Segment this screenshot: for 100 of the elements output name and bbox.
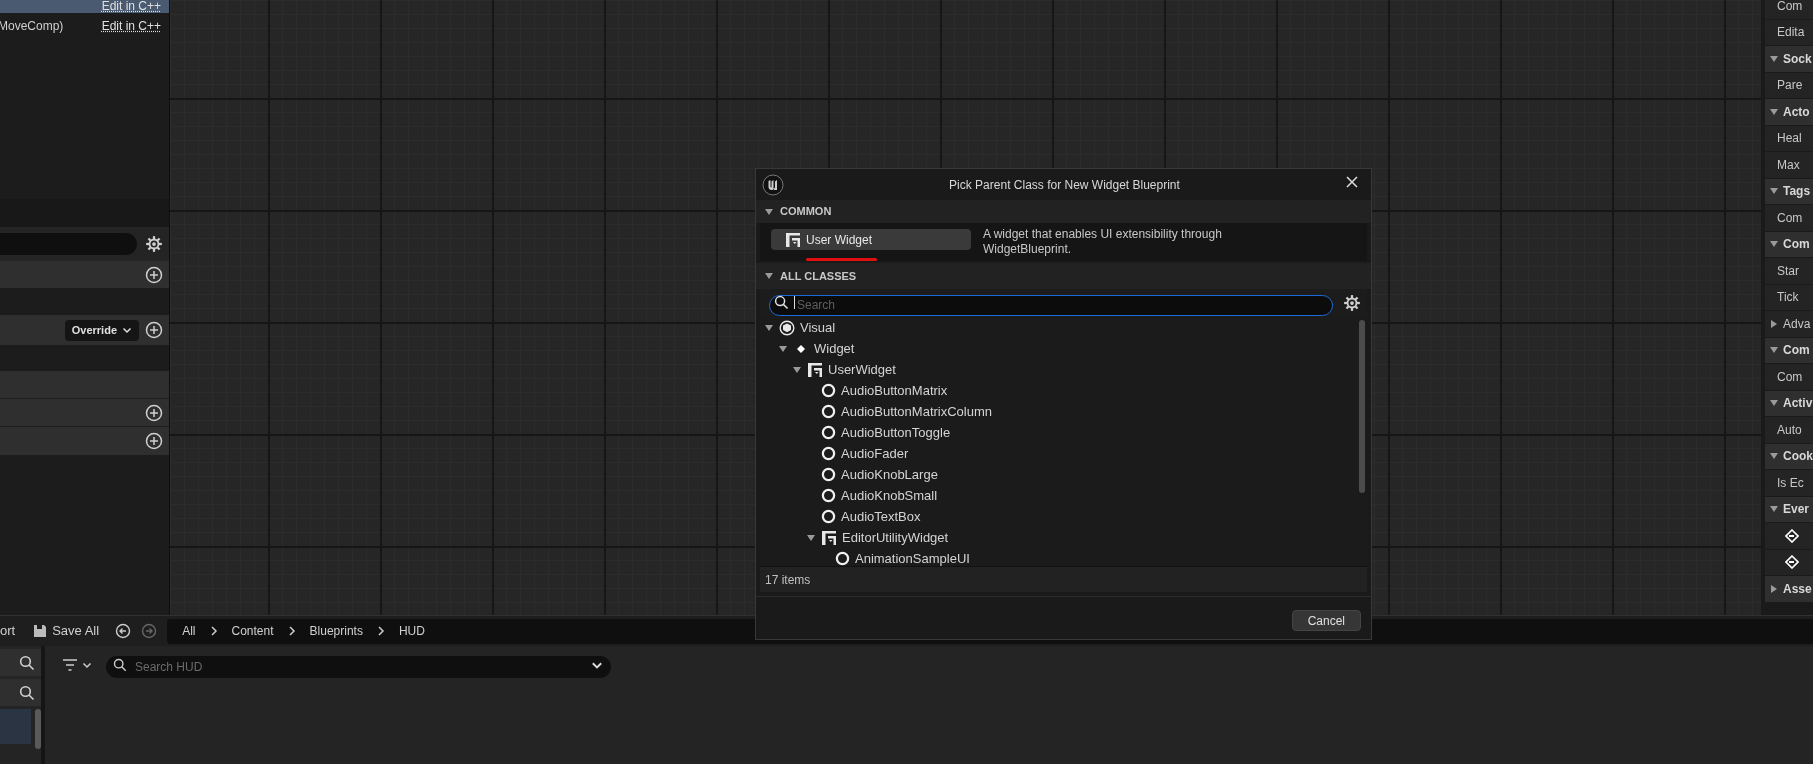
diamond-icon [796, 343, 806, 354]
scrollbar[interactable] [1359, 320, 1365, 493]
user-widget-button[interactable]: User Widget [771, 229, 971, 250]
property-label: Com [1777, 368, 1803, 386]
property-label: Is Ec [1777, 474, 1804, 492]
event-icon [1785, 528, 1799, 543]
section-header[interactable]: Com [1765, 231, 1813, 258]
collapse-arrow-icon[interactable] [764, 271, 774, 281]
filter-icon [63, 659, 77, 671]
property-label: Star [1777, 262, 1799, 280]
circle-icon [821, 404, 836, 419]
save-icon [33, 624, 48, 638]
class-item[interactable]: EditorUtilityWidget [842, 527, 949, 548]
save-all-button[interactable]: Save All [33, 621, 100, 641]
property-label: Heal [1777, 130, 1802, 148]
class-item[interactable]: AudioKnobSmall [841, 485, 938, 506]
class-item[interactable]: AudioButtonToggle [841, 422, 951, 443]
text-cursor [794, 296, 795, 309]
section-header[interactable]: Ever [1765, 496, 1813, 523]
class-description: A widget that enables UI extensibility through WidgetBlueprint. [983, 227, 1223, 257]
widget-icon [785, 231, 801, 248]
override-dropdown[interactable]: Override [64, 319, 139, 341]
circle-icon [835, 551, 850, 566]
circle-icon [821, 509, 836, 524]
cube-icon [779, 319, 795, 336]
search-field[interactable]: Search [769, 294, 1333, 316]
cancel-button[interactable]: Cancel [1291, 610, 1361, 631]
search-icon [19, 684, 35, 701]
dialog-title: Pick Parent Class for New Widget Blueprint [948, 176, 1181, 194]
class-item[interactable]: UserWidget [828, 359, 896, 380]
edit-link[interactable]: Edit in C++ [101, 19, 161, 33]
class-item[interactable]: AudioButtonMatrixColumn [841, 401, 993, 422]
circle-icon [821, 425, 836, 440]
section-header[interactable]: COMMON [756, 200, 1371, 223]
property-label: Auto [1777, 421, 1802, 439]
underline-mark [806, 258, 877, 261]
collapse-arrow-icon[interactable] [764, 206, 774, 217]
event-icon [1785, 555, 1799, 570]
property-label: Tick [1777, 289, 1799, 307]
class-item[interactable]: Widget [814, 338, 855, 359]
collapse-arrow-icon[interactable] [778, 343, 788, 354]
subsection-row[interactable]: Adva [1765, 311, 1813, 338]
add-icon[interactable] [145, 403, 163, 422]
add-icon[interactable] [145, 321, 163, 339]
chevron-right-icon [376, 626, 385, 636]
breadcrumb[interactable]: Content [231, 622, 274, 640]
chevron-right-icon [209, 626, 218, 636]
edit-link[interactable]: Edit in C++ [101, 0, 161, 13]
expand-arrow-icon[interactable] [1769, 583, 1779, 594]
class-item[interactable]: AudioKnobLarge [841, 464, 938, 485]
section-header[interactable]: ALL CLASSES [756, 263, 1371, 289]
add-icon[interactable] [145, 432, 163, 450]
chevron-icon [122, 325, 132, 335]
property-label: Max [1777, 156, 1800, 174]
section-header[interactable]: Asse [1765, 576, 1813, 603]
collapse-arrow-icon[interactable] [1769, 106, 1779, 117]
search-icon [19, 654, 35, 671]
close-icon[interactable] [1345, 174, 1359, 189]
collapse-arrow-icon[interactable] [806, 532, 816, 543]
scrollbar[interactable] [35, 709, 41, 749]
class-item[interactable]: AudioFader [841, 443, 909, 464]
property-label: Com [1777, 0, 1803, 15]
search-icon [774, 295, 789, 310]
collapse-arrow-icon[interactable] [764, 322, 774, 333]
section-header[interactable]: Activ [1765, 390, 1813, 417]
chevron-right-icon [287, 626, 296, 636]
chevron-icon [82, 660, 92, 670]
section-header[interactable]: Acto [1765, 99, 1813, 126]
property-label: Com [1777, 209, 1803, 227]
search-field[interactable]: Search HUD [106, 656, 611, 678]
export-button[interactable]: ort [0, 621, 16, 641]
class-item[interactable]: Visual [800, 317, 836, 338]
settings-icon[interactable] [145, 235, 163, 253]
section-header[interactable]: Cook [1765, 443, 1813, 470]
engine-logo-icon [762, 173, 784, 196]
expand-arrow-icon[interactable] [1769, 318, 1779, 329]
property-label: Pare [1777, 77, 1803, 95]
circle-icon [821, 488, 836, 503]
section-header[interactable]: Tags [1765, 178, 1813, 205]
component-row[interactable]: Edit in C++ [0, 0, 169, 13]
circle-icon [821, 383, 836, 398]
class-item[interactable]: AudioTextBox [841, 506, 921, 527]
property-label: Edita [1777, 24, 1805, 42]
widget-icon [821, 529, 837, 546]
class-item[interactable]: AnimationSampleUI [855, 548, 970, 566]
collapse-arrow-icon[interactable] [792, 364, 802, 375]
breadcrumb[interactable]: HUD [398, 622, 425, 640]
breadcrumb[interactable]: Blueprints [309, 622, 363, 640]
settings-icon[interactable] [1343, 293, 1361, 312]
circle-icon [821, 446, 836, 461]
add-icon[interactable] [145, 265, 163, 284]
section-header[interactable]: Sock [1765, 46, 1813, 73]
class-item[interactable]: AudioButtonMatrix [841, 380, 948, 401]
widget-icon [807, 361, 823, 378]
item-count: 17 items [765, 571, 811, 589]
breadcrumb[interactable]: All [182, 622, 196, 640]
circle-icon [821, 467, 836, 482]
search-icon [113, 658, 127, 672]
collapse-arrow-icon[interactable] [1769, 53, 1779, 64]
section-header[interactable]: Com [1765, 337, 1813, 364]
